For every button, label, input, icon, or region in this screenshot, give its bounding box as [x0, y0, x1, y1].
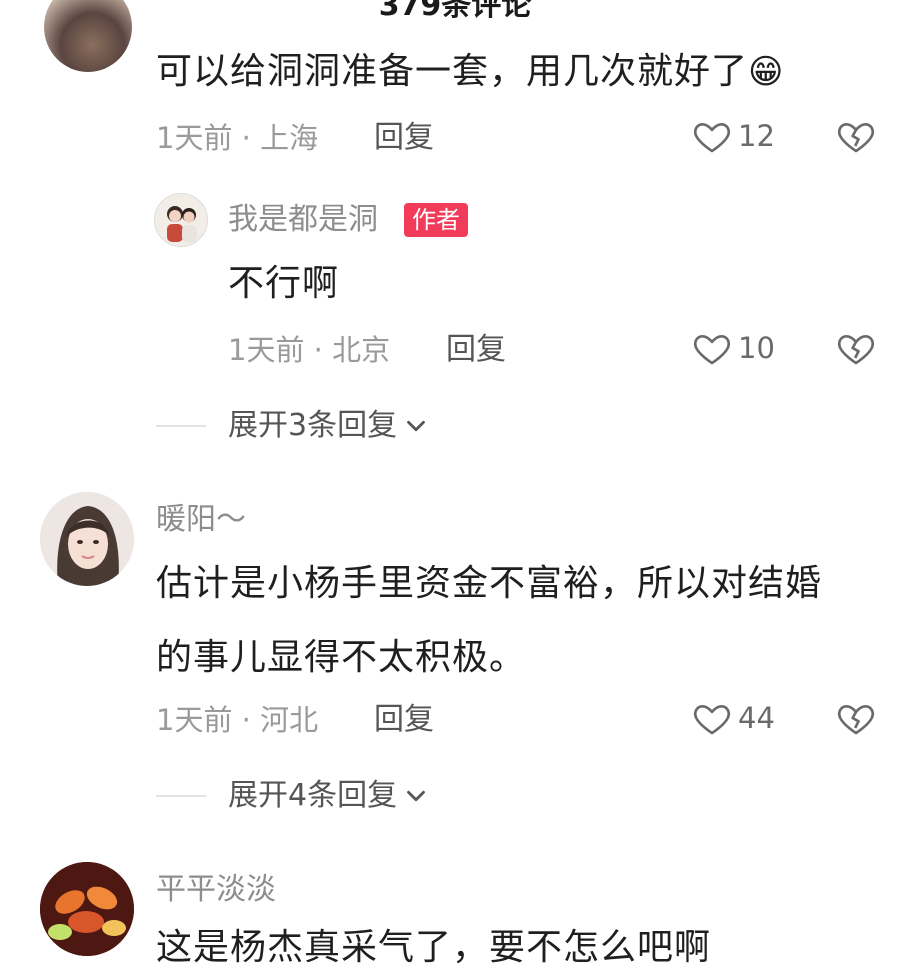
- avatar[interactable]: [44, 0, 132, 72]
- chevron-down-icon: [407, 420, 425, 432]
- comment-meta: 1天前 · 上海: [156, 121, 319, 155]
- comment-username[interactable]: 平平淡淡: [156, 870, 276, 910]
- divider-line: [156, 795, 206, 797]
- like-count: 44: [738, 701, 775, 735]
- heart-icon: [693, 705, 731, 735]
- dislike-button[interactable]: [836, 698, 876, 742]
- grin-emoji-icon: 😁: [748, 52, 785, 92]
- comments-count-title: 379条评论: [378, 0, 532, 23]
- expand-replies-label: 展开4条回复: [228, 778, 398, 813]
- avatar-image: [40, 862, 134, 956]
- expand-replies-label: 展开3条回复: [228, 408, 398, 443]
- comment-meta: 1天前 · 河北: [156, 703, 319, 737]
- like-button[interactable]: 10: [692, 328, 775, 368]
- broken-heart-icon: [837, 123, 875, 153]
- author-badge: 作者: [404, 203, 468, 237]
- broken-heart-icon: [837, 705, 875, 735]
- comment-text-partial: 这是杨杰真采气了，要不怎么吧啊: [156, 927, 712, 968]
- like-count: 10: [738, 331, 775, 365]
- reply-button[interactable]: 回复: [374, 118, 434, 158]
- comment-text: 可以给洞洞准备一套，用几次就好了😁: [156, 50, 784, 94]
- dislike-button[interactable]: [836, 116, 876, 160]
- comment-text-line-1: 估计是小杨手里资金不富裕，所以对结婚: [156, 563, 823, 604]
- reply-button[interactable]: 回复: [446, 330, 506, 370]
- comment-text-body: 可以给洞洞准备一套，用几次就好了: [156, 51, 749, 92]
- avatar[interactable]: [40, 862, 134, 956]
- chevron-down-icon: [407, 790, 425, 802]
- expand-replies-button[interactable]: 展开3条回复: [156, 406, 431, 446]
- author-avatar[interactable]: [154, 193, 208, 247]
- avatar[interactable]: [40, 492, 134, 586]
- expand-replies-button[interactable]: 展开4条回复: [156, 776, 431, 816]
- like-count: 12: [738, 119, 775, 153]
- like-button[interactable]: 44: [692, 698, 775, 738]
- divider-line: [156, 425, 206, 427]
- reply-button[interactable]: 回复: [374, 700, 434, 740]
- comment-text-line-2: 的事儿显得不太积极。: [156, 637, 527, 678]
- sub-reply-meta: 1天前 · 北京: [228, 333, 391, 367]
- dislike-button[interactable]: [836, 328, 876, 372]
- heart-icon: [693, 335, 731, 365]
- heart-icon: [693, 123, 731, 153]
- author-avatar-image: [167, 206, 197, 242]
- broken-heart-icon: [837, 335, 875, 365]
- comment-username[interactable]: 暖阳～: [156, 500, 246, 540]
- sub-reply-text: 不行啊: [228, 263, 340, 304]
- like-button[interactable]: 12: [692, 116, 775, 156]
- sub-reply-username[interactable]: 我是都是洞: [228, 200, 378, 240]
- avatar-image: [40, 492, 134, 586]
